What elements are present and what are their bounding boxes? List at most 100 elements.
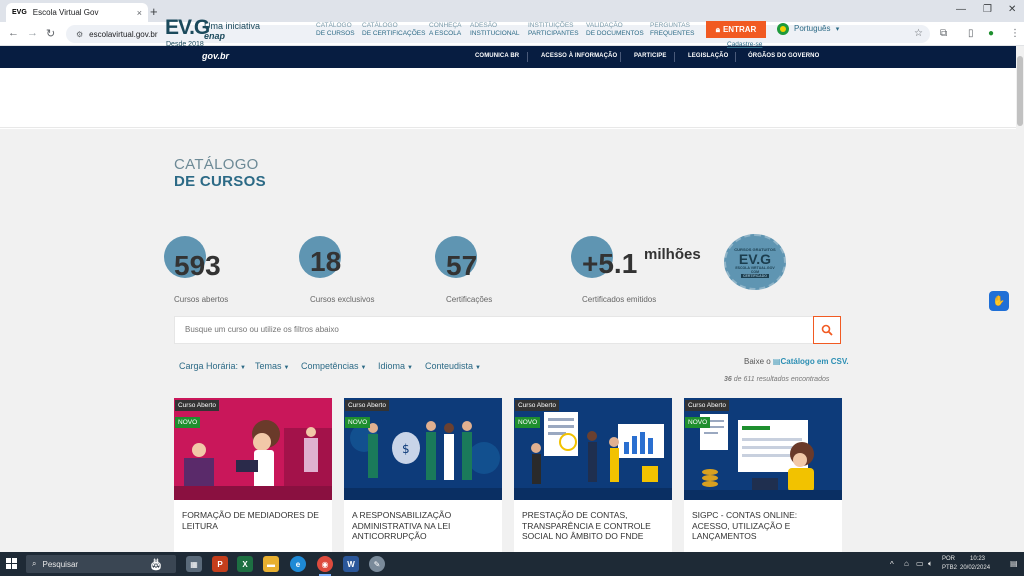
page-title-line2: DE CURSOS	[174, 173, 266, 190]
course-title[interactable]: A RESPONSABILIZAÇÃO ADMINISTRATIVA NA LE…	[352, 510, 496, 542]
course-card[interactable]: Curso Aberto NOVO PRESTAÇÃO DE CONTAS, T…	[514, 398, 672, 552]
powerpoint-icon[interactable]: P	[212, 556, 228, 572]
filter-label: Competências	[301, 361, 359, 371]
filter-label: Idioma	[378, 361, 406, 371]
results-shown: 36	[724, 376, 732, 383]
menu-conheca-escola[interactable]: CONHEÇA A ESCOLA	[429, 22, 462, 38]
tab-title: Escola Virtual Gov	[32, 8, 99, 17]
menu-line2: DE CURSOS	[316, 30, 355, 37]
extensions-icon[interactable]: ⧉	[940, 28, 947, 39]
filter-competencies[interactable]: Competências ▼	[301, 361, 366, 371]
evg-logo[interactable]: EV.G	[165, 16, 210, 40]
stat-certifications-label: Certificações	[446, 295, 493, 304]
menu-adesao-institucional[interactable]: ADESÃO INSTITUCIONAL	[470, 22, 519, 38]
clock-time[interactable]: 10:23	[970, 556, 985, 562]
menu-perguntas-frequentes[interactable]: PERGUNTAS FREQUENTES	[650, 22, 694, 38]
course-card[interactable]: Curso Aberto NOVO FORMAÇÃO DE MEDIADORES…	[174, 398, 332, 552]
sidepanel-icon[interactable]: ▯	[968, 28, 974, 39]
language-label: Português	[794, 24, 831, 33]
volume-icon[interactable]: 🔈︎	[928, 559, 933, 569]
excel-icon[interactable]: X	[237, 556, 253, 572]
forward-arrow-icon[interactable]: →	[27, 27, 38, 39]
filter-content-provider[interactable]: Conteudista ▼	[425, 361, 481, 371]
register-link[interactable]: Cadastre-se	[727, 41, 762, 48]
menu-line1: VALIDAÇÃO	[586, 22, 623, 29]
menu-instituicoes-participantes[interactable]: INSTITUIÇÕES PARTICIPANTES	[528, 22, 579, 38]
back-arrow-icon[interactable]: ←	[8, 27, 19, 39]
new-tab-button[interactable]: +	[150, 4, 158, 19]
gov-divider	[620, 52, 621, 62]
input-language[interactable]: POR	[942, 556, 955, 562]
download-csv-link[interactable]: Catálogo em CSV.	[780, 357, 848, 366]
menu-line2: PARTICIPANTES	[528, 30, 579, 37]
browser-tab-bar: EVG Escola Virtual Gov × + — ❐ ✕	[0, 0, 1024, 22]
accessibility-button[interactable]: ✋	[989, 291, 1009, 311]
course-title[interactable]: FORMAÇÃO DE MEDIADORES DE LEITURA	[182, 510, 326, 531]
gov-link-legislacao[interactable]: LEGISLAÇÃO	[688, 53, 728, 59]
keyboard-layout[interactable]: PTB2	[942, 565, 957, 571]
tray-chevron-up-icon[interactable]: ^	[890, 560, 894, 569]
windows-start-icon[interactable]	[6, 558, 17, 569]
menu-line1: CATÁLOGO	[316, 22, 352, 29]
browser-tab[interactable]: EVG Escola Virtual Gov ×	[6, 3, 148, 22]
display-icon[interactable]: ▭	[916, 559, 924, 568]
filter-language[interactable]: Idioma ▼	[378, 361, 413, 371]
search-icon	[821, 324, 833, 336]
gov-divider	[674, 52, 675, 62]
edge-icon[interactable]: e	[290, 556, 306, 572]
chrome-icon[interactable]: ◉	[317, 556, 333, 572]
window-close-icon[interactable]: ✕	[1008, 4, 1016, 15]
scrollbar-thumb[interactable]	[1017, 56, 1023, 126]
gov-link-orgaos[interactable]: ÓRGÃOS DO GOVERNO	[748, 53, 819, 59]
reload-icon[interactable]: ↻	[46, 27, 55, 40]
menu-validacao-documentos[interactable]: VALIDAÇÃO DE DOCUMENTOS	[586, 22, 644, 38]
tab-favicon: EVG	[12, 9, 27, 16]
notification-icon[interactable]: ▤	[1010, 559, 1018, 568]
lock-icon: 🔒︎	[715, 24, 720, 34]
gov-link-participe[interactable]: PARTICIPE	[634, 53, 666, 59]
filter-label: Conteudista	[425, 361, 474, 371]
course-card[interactable]: $ Curso Aberto NOVO A RESPONSABILIZAÇÃO …	[344, 398, 502, 552]
menu-line1: PERGUNTAS	[650, 22, 690, 29]
paint-icon[interactable]: ✎	[369, 556, 385, 572]
search-button[interactable]	[813, 316, 841, 344]
word-icon[interactable]: W	[343, 556, 359, 572]
gov-link-acesso[interactable]: ACESSO À INFORMAÇÃO	[541, 53, 617, 59]
menu-catalogo-cursos[interactable]: CATÁLOGO DE CURSOS	[316, 22, 355, 38]
course-card[interactable]: Curso Aberto NOVO SIGPC - CONTAS ONLINE:…	[684, 398, 842, 552]
network-icon[interactable]: ⌂	[904, 559, 909, 568]
file-explorer-icon[interactable]: ▬	[263, 556, 279, 572]
translate-hands-icon: ✋	[992, 295, 1006, 307]
stat-open-courses-value: 593	[174, 250, 221, 281]
tab-close-icon[interactable]: ×	[137, 8, 142, 18]
course-image-reading	[174, 398, 332, 500]
filter-themes[interactable]: Temas ▼	[255, 361, 289, 371]
restore-icon[interactable]: ❐	[983, 4, 992, 15]
url-text: escolavirtual.gov.br	[89, 29, 158, 39]
calendar-app-icon[interactable]: ▦	[186, 556, 202, 572]
download-prefix: Baixe o	[744, 357, 771, 366]
menu-catalogo-certificacoes[interactable]: CATÁLOGO DE CERTIFICAÇÕES	[362, 22, 425, 38]
free-courses-seal: CURSOS GRATUITOS EV.G ESCOLA VIRTUAL.GOV…	[724, 234, 786, 290]
minimize-icon[interactable]: —	[956, 4, 966, 15]
course-image-fnde	[514, 398, 672, 500]
language-selector[interactable]: Português ▾	[794, 24, 839, 33]
site-info-icon[interactable]: ⚙	[76, 30, 83, 39]
search-icon: ⌕	[32, 559, 37, 568]
govbr-logo[interactable]: gov.br	[202, 51, 229, 61]
gov-link-comunica[interactable]: COMUNICA BR	[475, 53, 519, 59]
taskbar: ⌕ Pesquisar 🎂︎ ▦ P X ▬ e ◉ W ✎ ^ ⌂ ▭ 🔈︎ …	[0, 552, 1024, 576]
star-icon[interactable]: ☆	[914, 28, 923, 39]
seal-bottom-text: CERTIFICADO	[741, 273, 769, 278]
filter-workload[interactable]: Carga Horária: ▼	[179, 361, 246, 371]
cake-widget-icon[interactable]: 🎂︎	[148, 556, 164, 572]
course-title[interactable]: SIGPC - CONTAS ONLINE: ACESSO, UTILIZAÇÃ…	[692, 510, 836, 542]
clock-date[interactable]: 20/02/2024	[960, 565, 990, 571]
login-button[interactable]: 🔒︎ ENTRAR	[706, 21, 766, 38]
svg-text:$: $	[402, 442, 410, 456]
profile-icon[interactable]: ●	[988, 28, 994, 39]
login-button-label: ENTRAR	[722, 25, 757, 34]
course-search-input[interactable]	[174, 316, 814, 344]
menu-icon[interactable]: ⋮	[1010, 28, 1020, 39]
course-title[interactable]: PRESTAÇÃO DE CONTAS, TRANSPARÊNCIA E CON…	[522, 510, 666, 542]
